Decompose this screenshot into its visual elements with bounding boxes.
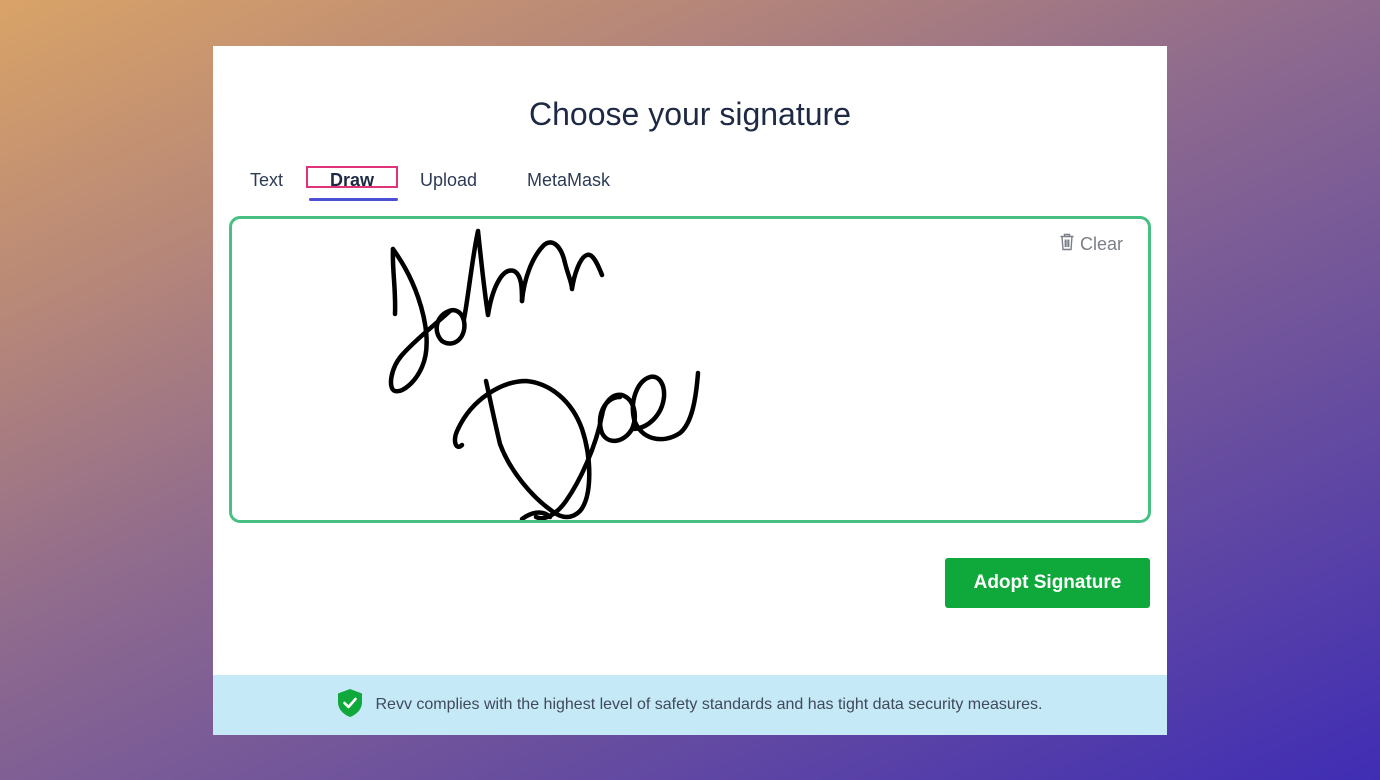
adopt-signature-button[interactable]: Adopt Signature [945, 558, 1150, 608]
signature-tabs: Text Draw Upload MetaMask [250, 162, 610, 201]
signature-canvas[interactable]: Clear [229, 216, 1151, 523]
security-footer: Revv complies with the highest level of … [213, 675, 1167, 735]
tab-text[interactable]: Text [250, 165, 286, 195]
security-notice: Revv complies with the highest level of … [375, 696, 1043, 713]
clear-button[interactable]: Clear [1059, 233, 1123, 256]
tab-draw[interactable]: Draw [306, 165, 398, 201]
tab-metamask[interactable]: MetaMask [527, 165, 610, 195]
trash-icon [1059, 233, 1075, 256]
drawn-signature [388, 228, 701, 520]
clear-label: Clear [1079, 234, 1123, 254]
dialog-title: Choose your signature [529, 96, 851, 132]
signature-dialog: Choose your signature Text Draw Upload M… [213, 46, 1167, 735]
tab-upload[interactable]: Upload [420, 165, 480, 195]
shield-check-icon [337, 688, 363, 723]
active-tab-underline [309, 198, 398, 201]
tab-highlight-box [306, 166, 398, 188]
